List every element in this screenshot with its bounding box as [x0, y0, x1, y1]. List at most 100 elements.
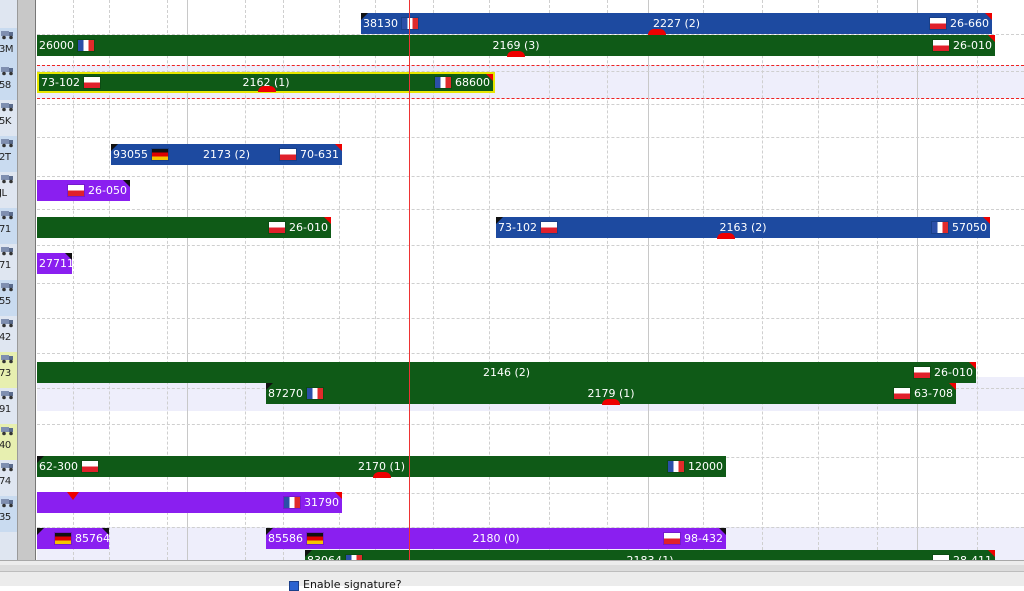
bar-start-marker [37, 528, 44, 535]
bar-destination-code: 68600 [455, 76, 490, 89]
resource-row-header[interactable]: 2T [0, 136, 17, 172]
poland-flag-icon [664, 533, 681, 544]
poland-flag-icon [930, 18, 947, 29]
truck-icon [1, 173, 14, 184]
resource-row-label: 71 [0, 224, 11, 235]
truck-icon [1, 461, 14, 472]
truck-icon [1, 245, 14, 256]
resource-row-header[interactable]: 55 [0, 280, 17, 316]
bar-end-marker [335, 492, 342, 499]
truck-icon [1, 317, 14, 328]
order-bar[interactable]: 73-102 2163 (2) 57050 [496, 217, 990, 239]
bar-destination-code: 26-010 [953, 39, 992, 52]
grid-row-line [37, 353, 1024, 354]
grid-row-line [37, 424, 1024, 425]
bar-destination-code: 26-660 [950, 17, 989, 30]
order-bar[interactable]: 26000 2169 (3) 26-010 [37, 35, 995, 57]
order-bar-selected[interactable]: 73-102 2162 (1) 68600 [37, 72, 495, 93]
grid-row-line [37, 209, 1024, 210]
resource-row-header[interactable]: 73 [0, 352, 17, 388]
resource-row-header[interactable]: 35 [0, 496, 17, 532]
bar-destination-code: 63-708 [914, 387, 953, 400]
order-bar[interactable]: 85586 2180 (0) 98-432 [266, 528, 726, 549]
bar-end-marker [324, 217, 331, 224]
poland-flag-icon [280, 149, 297, 160]
bar-destination-code: 31790 [304, 496, 339, 509]
resource-row-label: 2T [0, 152, 11, 163]
status-bar: Enable signature? [0, 560, 1024, 591]
resource-row-header[interactable]: 42 [0, 316, 17, 352]
truck-icon [1, 425, 14, 436]
bar-destination: 26-010 [910, 362, 973, 383]
grid-row-line [37, 137, 1024, 138]
france-flag-icon [435, 77, 451, 88]
order-bar[interactable]: 2146 (2) 26-010 [37, 362, 976, 383]
resource-row-label: 74 [0, 476, 11, 487]
bar-destination: 26-050 [64, 180, 127, 201]
bar-destination: 26-660 [926, 13, 989, 34]
grid-row-line [37, 104, 1024, 105]
order-bar[interactable]: 26-050 [37, 180, 130, 201]
resource-row-header[interactable]: 71 [0, 208, 17, 244]
bar-midpoint-marker [717, 233, 735, 239]
order-bar[interactable]: 87270 2179 (1) 63-708 [266, 383, 956, 405]
resource-row-label: 55 [0, 296, 11, 307]
bar-end-marker [65, 253, 72, 260]
resource-row-header[interactable]: 74 [0, 460, 17, 496]
resource-row-header[interactable]: JL [0, 172, 17, 208]
grid-column-line [818, 0, 819, 560]
resource-row-label: 42 [0, 332, 11, 343]
resource-row-header[interactable]: 5K [0, 100, 17, 136]
resource-row-label: 5K [0, 116, 11, 127]
order-bar[interactable]: 27711 [37, 253, 74, 274]
germany-flag-icon [55, 533, 71, 544]
bar-destination-code: 98-432 [684, 532, 723, 545]
resource-row-label: 58 [0, 80, 11, 91]
order-bar[interactable]: 93055 2173 (2) 70-631 [111, 144, 342, 165]
truck-icon [1, 29, 14, 40]
order-bar[interactable]: 38130 2227 (2) 26-660 [361, 13, 992, 35]
order-bar[interactable]: 85764 [37, 528, 110, 549]
resource-row-header[interactable]: 40 [0, 424, 17, 460]
poland-flag-icon [68, 185, 85, 196]
france-flag-icon [668, 461, 684, 472]
bar-midpoint-marker [507, 51, 525, 57]
resource-row-header[interactable]: 3M [0, 28, 17, 64]
bar-end-marker [123, 180, 130, 187]
truck-icon [1, 101, 14, 112]
bar-start-marker [361, 13, 368, 20]
bar-destination: 28-411 [929, 550, 992, 560]
order-bar[interactable]: 26-010 [37, 217, 331, 238]
enable-signature-checkbox[interactable] [289, 581, 299, 591]
france-flag-icon [932, 222, 948, 233]
current-time-line [409, 0, 410, 560]
bar-order-number: 2146 (2) [482, 366, 531, 379]
poland-flag-icon [894, 388, 911, 399]
resource-row-header[interactable]: 58 [0, 64, 17, 100]
grid-row-line [37, 283, 1024, 284]
resource-row-header[interactable]: 91 [0, 388, 17, 424]
resource-row-header[interactable]: 71 [0, 244, 17, 280]
bar-warning-marker [67, 492, 79, 500]
order-bar[interactable]: 31790 [37, 492, 342, 513]
order-bar[interactable]: 62-300 2170 (1) 12000 [37, 456, 726, 478]
resource-sidebar: 3M 58 5K 2T JL 71 71 55 42 73 91 40 74 35 [0, 0, 17, 560]
bar-end-marker [949, 383, 956, 390]
sidebar-splitter[interactable] [17, 0, 36, 560]
bar-destination-code: 12000 [688, 460, 723, 473]
bar-destination: 70-631 [276, 144, 339, 165]
bar-start-marker [305, 550, 312, 557]
bar-order-number: 2163 (2) [719, 221, 767, 234]
bar-start-marker [496, 217, 503, 224]
timeline-grid[interactable]: 38130 2227 (2) 26-660 26000 2169 (3) 26-010 73… [37, 0, 1024, 560]
bar-destination: 68600 [431, 74, 490, 91]
bar-start-marker [111, 144, 118, 151]
bar-end-marker [985, 13, 992, 20]
bar-end-marker [102, 528, 109, 535]
poland-flag-icon [914, 367, 931, 378]
bar-end-marker [486, 74, 493, 81]
bar-end-marker [988, 35, 995, 42]
bar-end-marker [335, 144, 342, 151]
grid-column-line [762, 0, 763, 560]
bar-start-marker [266, 528, 273, 535]
